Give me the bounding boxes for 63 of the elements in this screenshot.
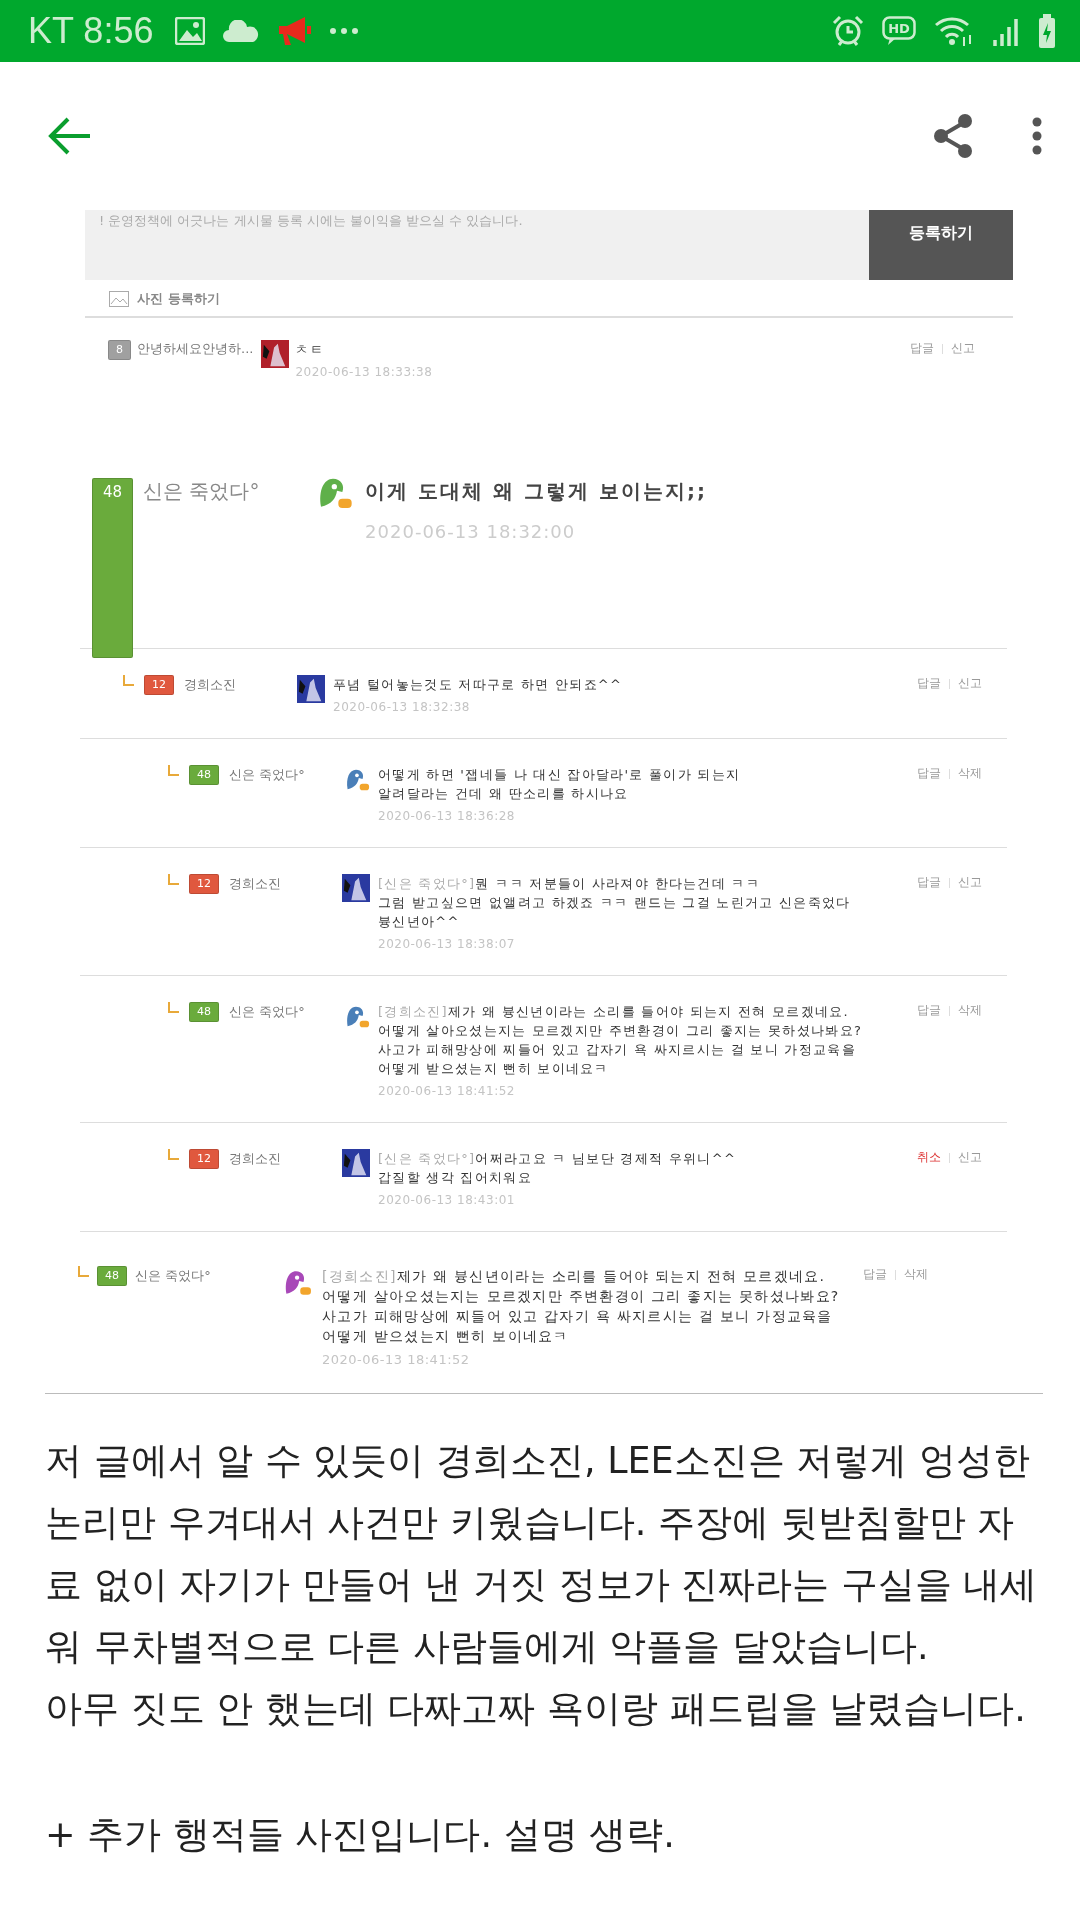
level-badge: 48 — [92, 478, 134, 658]
comment-action-link[interactable]: 답글 — [917, 874, 941, 891]
level-badge: 48 — [189, 765, 219, 785]
comment-date: 2020-06-13 18:36:28 — [378, 809, 516, 823]
comment-action-link[interactable]: 취소 — [917, 1149, 941, 1166]
comment-action-link[interactable]: 답글 — [863, 1266, 887, 1283]
comment-action-link[interactable]: 신고 — [958, 874, 982, 891]
comment-action-link[interactable]: 삭제 — [958, 1002, 982, 1019]
author-name: 경희소진 — [184, 676, 236, 694]
comment-action-link[interactable]: 답글 — [917, 1002, 941, 1019]
comment-action-link[interactable]: 답글 — [917, 675, 941, 692]
cloud-icon — [223, 20, 260, 42]
add-photo-link[interactable]: 사진 등록하기 — [137, 290, 220, 308]
battery-icon — [1038, 14, 1056, 48]
comment-action-link[interactable]: 답글 — [910, 340, 934, 357]
comment-text: [경희소진]제가 왜 븅신년이라는 소리를 들어야 되는지 전혀 모르겠네요. 어떻게 살아오셨는지는 모르겠지만 주변환경이 그리 좋지는 못하셨나봐요? 사고가 피해망상에 찌들어 있고 갑자기 욕 싸지르시는 걸 보니 가정교육을 어떻게 받으셨는지 뻔히 보이네요ㅋ — [322, 1267, 841, 1346]
carrier-time: KT 8:56 — [28, 10, 154, 52]
comment-text: 이게 도대체 왜 그렇게 보이는지;; — [365, 478, 708, 505]
comment-action-link[interactable]: 삭제 — [904, 1266, 928, 1283]
comment-input-field[interactable]: ! 운영정책에 어긋나는 게시물 등록 시에는 불이익을 받으실 수 있습니다. — [85, 210, 869, 280]
megaphone-icon — [277, 16, 312, 46]
level-badge: 12 — [189, 1149, 219, 1169]
comment-text: ㅊㅌ — [295, 341, 325, 359]
more-options-icon[interactable] — [1032, 117, 1042, 155]
level-badge: 48 — [97, 1266, 127, 1286]
share-icon[interactable] — [932, 113, 974, 159]
author-name: 신은 죽었다° — [143, 478, 261, 505]
comment-text: 푸념 털어놓는것도 저따구로 하면 안되죠^^ — [333, 676, 624, 694]
article-paragraph: + 추가 행적들 사진입니다. 설명 생략. — [45, 1812, 676, 1858]
more-icon — [329, 27, 360, 35]
comment-date: 2020-06-13 18:33:38 — [295, 365, 434, 379]
image-icon — [175, 17, 206, 45]
back-arrow-icon[interactable] — [48, 116, 92, 156]
author-name: 안녕하세요안녕하... — [137, 340, 254, 358]
author-name: 경희소진 — [229, 1150, 281, 1168]
level-badge: 8 — [108, 340, 131, 360]
comment-text: [신은 죽었다°]뭔 ㅋㅋ 저분들이 사라져야 한다는건데 ㅋㅋ 그럼 받고싶으면 없앨려고 하겠죠 ㅋㅋ 랜드는 그걸 노린거고 신은죽었다 븅신년아^^ — [378, 875, 852, 931]
author-name: 신은 죽었다° — [229, 1003, 305, 1021]
comment-action-link[interactable]: 삭제 — [958, 765, 982, 782]
comment-action-link[interactable]: 신고 — [958, 1149, 982, 1166]
comment-text: [신은 죽었다°]어쩌라고요 ㅋ 님보단 경제적 우위니^^ 갑질할 생각 집어치워요 — [378, 1150, 738, 1187]
wifi-icon — [934, 15, 974, 47]
level-badge: 48 — [189, 1002, 219, 1022]
comment-date: 2020-06-13 18:41:52 — [322, 1352, 471, 1367]
author-name: 신은 죽었다° — [135, 1267, 211, 1285]
level-badge: 12 — [144, 675, 174, 695]
comment-date: 2020-06-13 18:32:38 — [333, 700, 471, 714]
comment-date: 2020-06-13 18:38:07 — [378, 937, 516, 951]
comment-action-link[interactable]: 신고 — [958, 675, 982, 692]
comment-text: 어떻게 하면 '잽네들 나 대신 잡아달라'로 풀이가 되는지 알려달라는 건데 왜 딴소리를 하시나요 — [378, 766, 742, 803]
comment-action-link[interactable]: 신고 — [951, 340, 975, 357]
level-badge: 12 — [189, 874, 219, 894]
author-name: 신은 죽었다° — [229, 766, 305, 784]
comment-text: [경희소진]제가 왜 븅신년이라는 소리를 들어야 되는지 전혀 모르겠네요. 어떻게 살아오셨는지는 모르겠지만 주변환경이 그리 좋지는 못하셨나봐요? 사고가 피해망상에 찌들어 있고 갑자기 욕 싸지르시는 걸 보니 가정교육을 어떻게 받으셨는지 뻔히 보이네요ㅋ — [378, 1003, 864, 1078]
comment-date: 2020-06-13 18:41:52 — [378, 1084, 516, 1098]
signal-icon — [992, 16, 1020, 46]
comment-action-link[interactable]: 답글 — [917, 765, 941, 782]
alarm-icon — [832, 15, 864, 47]
image-icon — [109, 291, 129, 307]
article-paragraph: 저 글에서 알 수 있듯이 경희소진, LEE소진은 저렇게 엉성한 논리만 우겨대서 사건만 키웠습니다. 주장에 뒷받침할만 자료 없이 자기가 만들어 낸 거짓 정보가 진짜라는 구실을 내세워 무차별적으로 다른 사람들에게 악플을 달았습니다. 아무 짓도 안 했는데 다짜고짜 욕이랑 패드립을 날렸습니다. — [45, 1438, 1039, 1732]
submit-button[interactable]: 등록하기 — [869, 210, 1013, 280]
author-name: 경희소진 — [229, 875, 281, 893]
comment-date: 2020-06-13 18:43:01 — [378, 1193, 516, 1207]
